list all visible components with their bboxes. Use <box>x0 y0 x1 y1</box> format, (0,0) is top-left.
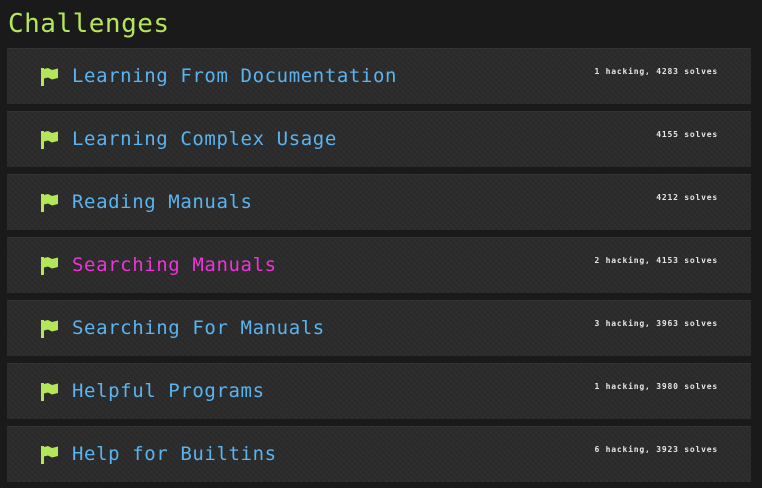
page-title: Challenges <box>8 9 170 39</box>
challenge-stats: 4212 solves <box>656 193 718 202</box>
challenge-name[interactable]: Helpful Programs <box>72 379 265 403</box>
challenge-name[interactable]: Reading Manuals <box>72 190 253 214</box>
challenge-stats: 2 hacking, 4153 solves <box>594 256 718 265</box>
challenge-name[interactable]: Learning Complex Usage <box>72 127 337 151</box>
challenge-item[interactable]: Searching Manuals 2 hacking, 4153 solves <box>7 237 751 293</box>
challenge-stats: 1 hacking, 3980 solves <box>594 382 718 391</box>
challenge-stats: 3 hacking, 3963 solves <box>594 319 718 328</box>
challenge-name[interactable]: Help for Builtins <box>72 442 277 466</box>
challenge-item[interactable]: Help for Builtins 6 hacking, 3923 solves <box>7 426 751 482</box>
flag-icon <box>41 257 58 275</box>
challenge-name[interactable]: Learning From Documentation <box>72 64 397 88</box>
challenge-item[interactable]: Reading Manuals 4212 solves <box>7 174 751 230</box>
flag-icon <box>41 320 58 338</box>
challenge-item[interactable]: Searching For Manuals 3 hacking, 3963 so… <box>7 300 751 356</box>
flag-icon <box>41 383 58 401</box>
flag-icon <box>41 68 58 86</box>
challenge-name[interactable]: Searching Manuals <box>72 253 277 277</box>
challenge-item[interactable]: Learning Complex Usage 4155 solves <box>7 111 751 167</box>
flag-icon <box>41 194 58 212</box>
challenge-item[interactable]: Helpful Programs 1 hacking, 3980 solves <box>7 363 751 419</box>
flag-icon <box>41 446 58 464</box>
challenge-name[interactable]: Searching For Manuals <box>72 316 325 340</box>
challenge-item[interactable]: Learning From Documentation 1 hacking, 4… <box>7 48 751 104</box>
challenge-stats: 4155 solves <box>656 130 718 139</box>
challenges-page: Challenges Learning From Documentation 1… <box>0 0 762 488</box>
challenge-stats: 6 hacking, 3923 solves <box>594 445 718 454</box>
challenge-stats: 1 hacking, 4283 solves <box>594 67 718 76</box>
flag-icon <box>41 131 58 149</box>
challenge-list: Learning From Documentation 1 hacking, 4… <box>7 48 751 488</box>
